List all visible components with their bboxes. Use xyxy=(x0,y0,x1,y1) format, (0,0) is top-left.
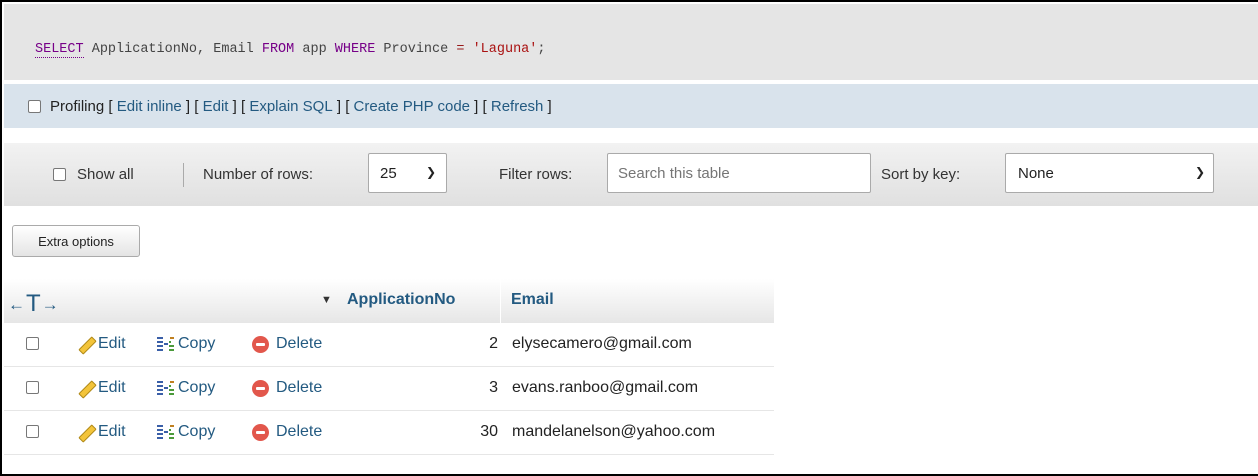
header-divider xyxy=(500,279,501,323)
table-row: Edit Copy Delete 2 elysecamero@gmail.com xyxy=(4,323,774,367)
arrow-left-icon: ← xyxy=(8,295,25,314)
t-icon: T xyxy=(26,290,41,317)
create-php-code-link[interactable]: Create PHP code xyxy=(354,98,470,115)
column-header-email[interactable]: Email xyxy=(511,291,554,309)
number-of-rows-select[interactable]: 25 ❯ xyxy=(368,153,447,193)
table-header-row: ← T → ▼ ApplicationNo Email xyxy=(4,279,774,323)
copy-row-button[interactable]: Copy xyxy=(156,423,215,441)
sql-keyword-select[interactable]: SELECT xyxy=(35,42,84,58)
table-row: Edit Copy Delete 3 evans.ranboo@gmail.co… xyxy=(4,367,774,411)
sort-by-key-label: Sort by key: xyxy=(881,166,961,183)
sql-keyword-from: FROM xyxy=(261,42,295,57)
cell-applicationno: 3 xyxy=(489,379,498,396)
pencil-icon xyxy=(76,335,97,355)
chevron-down-icon: ❯ xyxy=(1195,165,1206,179)
edit-label: Edit xyxy=(98,335,126,352)
sql-field: Province xyxy=(383,42,449,57)
chevron-down-icon: ❯ xyxy=(426,165,437,179)
edit-label: Edit xyxy=(98,379,126,396)
row-checkbox[interactable] xyxy=(26,337,39,350)
sql-value: 'Laguna' xyxy=(472,42,538,57)
edit-row-button[interactable]: Edit xyxy=(76,379,126,399)
delete-circle-icon xyxy=(252,424,269,441)
explain-sql-link[interactable]: Explain SQL xyxy=(249,98,332,115)
pencil-icon xyxy=(76,423,97,443)
show-all-checkbox[interactable] xyxy=(53,168,66,181)
edit-link[interactable]: Edit xyxy=(203,98,229,115)
copy-row-button[interactable]: Copy xyxy=(156,335,215,353)
cell-email: evans.ranboo@gmail.com xyxy=(512,379,699,396)
delete-circle-icon xyxy=(252,380,269,397)
sort-by-key-select[interactable]: None ❯ xyxy=(1005,153,1214,193)
show-all-label: Show all xyxy=(77,166,134,183)
number-of-rows-value: 25 xyxy=(380,164,397,182)
cell-applicationno: 30 xyxy=(480,423,498,440)
table-row: Edit Copy Delete 30 mandelanelson@yahoo.… xyxy=(4,411,774,455)
profiling-checkbox[interactable] xyxy=(28,99,41,113)
delete-row-button[interactable]: Delete xyxy=(252,335,322,353)
copy-row-icon xyxy=(156,379,176,397)
arrow-right-icon: → xyxy=(41,295,59,314)
sql-query-text: SELECT ApplicationNo, Email FROM app WHE… xyxy=(35,42,546,58)
triangle-down-icon[interactable]: ▼ xyxy=(321,294,332,306)
edit-row-button[interactable]: Edit xyxy=(76,423,126,443)
delete-circle-icon xyxy=(252,336,269,353)
copy-row-icon xyxy=(156,335,176,353)
sql-query-box: SELECT ApplicationNo, Email FROM app WHE… xyxy=(4,4,1258,80)
cell-applicationno: 2 xyxy=(489,335,498,352)
copy-row-icon xyxy=(156,423,176,441)
column-header-applicationno[interactable]: ApplicationNo xyxy=(347,291,455,309)
column-resize-arrows[interactable]: ← T → xyxy=(8,290,59,319)
filter-rows-input[interactable] xyxy=(607,153,871,193)
profiling-label: Profiling xyxy=(50,97,105,115)
sql-columns: ApplicationNo, Email xyxy=(91,42,254,57)
sql-terminator: ; xyxy=(537,42,546,57)
delete-row-button[interactable]: Delete xyxy=(252,379,322,397)
cell-email: mandelanelson@yahoo.com xyxy=(512,423,716,440)
navigation-bar: Show all Number of rows: 25 ❯ Filter row… xyxy=(4,143,1258,206)
copy-label: Copy xyxy=(178,379,216,396)
copy-row-button[interactable]: Copy xyxy=(156,379,215,397)
results-table: ← T → ▼ ApplicationNo Email Edit Copy De… xyxy=(4,279,776,455)
edit-label: Edit xyxy=(98,423,126,440)
sql-keyword-where: WHERE xyxy=(334,42,376,57)
refresh-link[interactable]: Refresh xyxy=(491,98,544,115)
number-of-rows-label: Number of rows: xyxy=(203,166,314,183)
sql-table: app xyxy=(302,42,327,57)
edit-row-button[interactable]: Edit xyxy=(76,335,126,355)
extra-options-button[interactable]: Extra options xyxy=(12,225,140,257)
sql-operator: = xyxy=(456,42,465,57)
row-checkbox[interactable] xyxy=(26,381,39,394)
cell-email: elysecamero@gmail.com xyxy=(512,335,692,352)
row-checkbox[interactable] xyxy=(26,425,39,438)
delete-row-button[interactable]: Delete xyxy=(252,423,322,441)
copy-label: Copy xyxy=(178,335,216,352)
delete-label: Delete xyxy=(276,379,323,396)
copy-label: Copy xyxy=(178,423,216,440)
nav-divider xyxy=(183,163,184,187)
show-all-control[interactable]: Show all xyxy=(53,143,134,206)
filter-rows-label: Filter rows: xyxy=(499,166,573,183)
profiling-bar: Profiling [ Edit inline ] [ Edit ] [ Exp… xyxy=(4,84,1258,128)
pencil-icon xyxy=(76,379,97,399)
sort-by-key-value: None xyxy=(1018,164,1054,182)
query-results-panel: SELECT ApplicationNo, Email FROM app WHE… xyxy=(0,0,1258,476)
delete-label: Delete xyxy=(276,423,323,440)
delete-label: Delete xyxy=(276,335,323,352)
edit-inline-link[interactable]: Edit inline xyxy=(117,98,182,115)
